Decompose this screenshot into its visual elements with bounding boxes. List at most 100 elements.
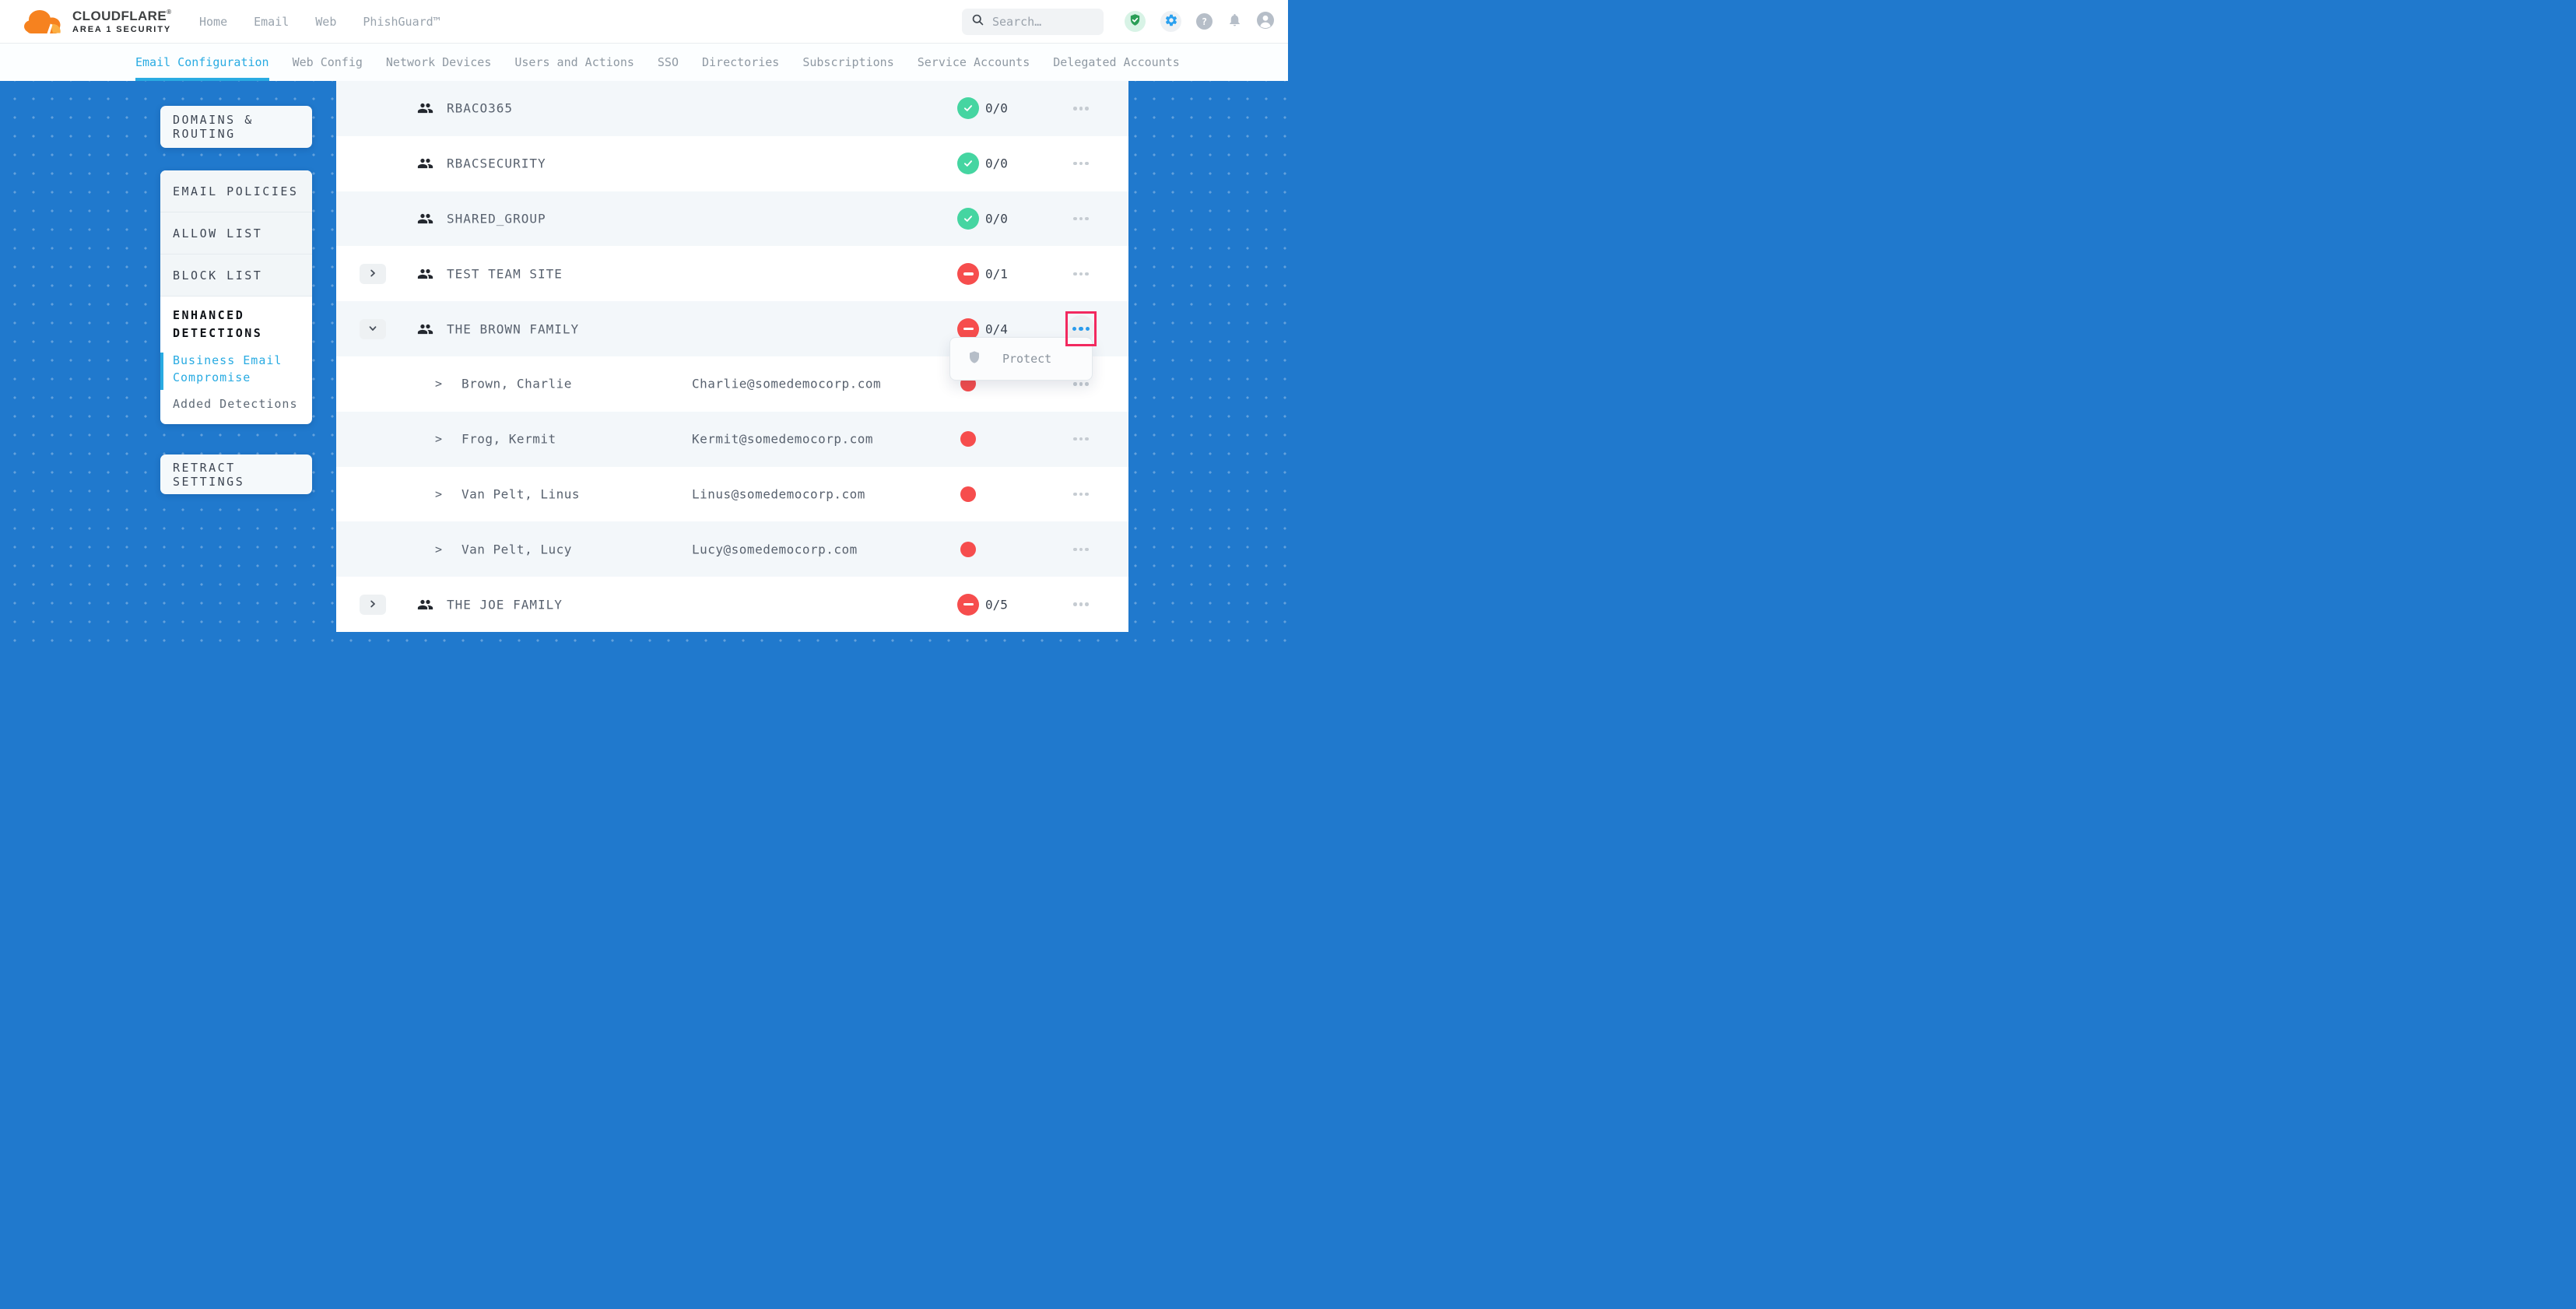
- protected-count: 0/5: [985, 597, 1008, 612]
- group-name: THE JOE FAMILY: [447, 597, 563, 612]
- group-name: SHARED_GROUP: [447, 211, 546, 226]
- gear-icon: [1164, 13, 1178, 30]
- user-email: Kermit@somedemocorp.com: [692, 432, 873, 447]
- sidebar-card-domains-routing[interactable]: DOMAINS & ROUTING: [160, 106, 312, 148]
- tab-sso[interactable]: SSO: [658, 44, 679, 81]
- row-menu-button[interactable]: [1067, 425, 1095, 453]
- notifications-button[interactable]: [1227, 12, 1242, 30]
- chevron-down-icon: [369, 323, 377, 335]
- group-icon: [417, 596, 433, 612]
- brand-name: CLOUDFLARE®: [72, 9, 171, 23]
- secondary-nav: Email Configuration Web Config Network D…: [0, 43, 1288, 81]
- tab-web-config[interactable]: Web Config: [293, 44, 363, 81]
- group-icon: [417, 156, 433, 172]
- row-context-menu: Protect: [949, 337, 1093, 381]
- status-dot-icon: [960, 431, 976, 447]
- app-root: CLOUDFLARE® AREA 1 SECURITY Home Email W…: [0, 0, 1288, 654]
- user-row-chevron: >: [435, 377, 442, 391]
- row-menu-button[interactable]: [1067, 591, 1095, 619]
- protected-count: 0/1: [985, 266, 1008, 281]
- row-menu-button[interactable]: [1067, 205, 1095, 233]
- group-name: RBACO365: [447, 101, 513, 116]
- row-menu-button[interactable]: [1067, 535, 1095, 563]
- status-protected-icon: [957, 97, 979, 119]
- shield-check-icon: [1128, 13, 1142, 30]
- user-email: Linus@somedemocorp.com: [692, 486, 865, 501]
- status-dot-icon: [960, 542, 976, 557]
- row-menu-button[interactable]: [1067, 94, 1095, 122]
- sidebar-card-retract-settings[interactable]: RETRACT SETTINGS: [160, 454, 312, 494]
- help-button[interactable]: ?: [1196, 13, 1213, 30]
- directory-table: RBACO365 0/0 RBACSECURITY 0/0 SHARED_GRO…: [336, 81, 1128, 632]
- tab-network-devices[interactable]: Network Devices: [386, 44, 491, 81]
- sidebar-item-block-list[interactable]: BLOCK LIST: [160, 254, 312, 297]
- nav-email[interactable]: Email: [254, 15, 289, 29]
- user-row-chevron: >: [435, 432, 442, 446]
- sidebar-item-domains-routing[interactable]: DOMAINS & ROUTING: [173, 113, 312, 141]
- nav-phishguard[interactable]: PhishGuard™: [363, 15, 440, 29]
- nav-home[interactable]: Home: [199, 15, 227, 29]
- tab-service-accounts[interactable]: Service Accounts: [918, 44, 1030, 81]
- status-protected-icon: [957, 208, 979, 230]
- protection-status-button[interactable]: [1125, 11, 1146, 32]
- sidebar-section-enhanced-detections: ENHANCED DETECTIONS Business Email Compr…: [160, 297, 312, 412]
- table-row: > Van Pelt, Lucy Lucy@somedemocorp.com: [336, 521, 1128, 577]
- top-nav: Home Email Web PhishGuard™: [199, 15, 440, 29]
- row-menu-button[interactable]: [1067, 480, 1095, 508]
- table-row: RBACO365 0/0: [336, 81, 1128, 136]
- active-item-indicator: [160, 353, 163, 390]
- status-unprotected-icon: [957, 594, 979, 616]
- sidebar-item-retract-settings[interactable]: RETRACT SETTINGS: [173, 461, 312, 489]
- row-menu-button[interactable]: [1067, 149, 1095, 177]
- tab-email-configuration[interactable]: Email Configuration: [135, 44, 269, 81]
- question-mark-icon: ?: [1202, 16, 1207, 27]
- search-icon: [971, 13, 984, 30]
- settings-button[interactable]: [1160, 11, 1181, 32]
- group-name: TEST TEAM SITE: [447, 266, 563, 281]
- protected-count: 0/0: [985, 211, 1008, 226]
- user-row-chevron: >: [435, 542, 442, 556]
- row-menu-button[interactable]: [1067, 260, 1095, 288]
- group-icon: [417, 210, 433, 226]
- user-email: Charlie@somedemocorp.com: [692, 377, 881, 391]
- menu-item-protect[interactable]: Protect: [1002, 352, 1051, 366]
- sidebar-item-email-policies[interactable]: EMAIL POLICIES: [160, 170, 312, 212]
- expand-row-button[interactable]: [360, 264, 386, 284]
- tab-delegated-accounts[interactable]: Delegated Accounts: [1053, 44, 1180, 81]
- user-email: Lucy@somedemocorp.com: [692, 542, 858, 556]
- sidebar-item-allow-list[interactable]: ALLOW LIST: [160, 212, 312, 254]
- expand-row-button[interactable]: [360, 595, 386, 615]
- table-row: > Van Pelt, Linus Linus@somedemocorp.com: [336, 467, 1128, 522]
- shield-icon: [967, 349, 981, 368]
- header-actions: ?: [962, 9, 1288, 35]
- user-name: Frog, Kermit: [462, 432, 556, 447]
- group-icon: [417, 100, 433, 117]
- user-avatar-icon: [1257, 12, 1274, 32]
- search-box[interactable]: [962, 9, 1104, 35]
- app-header: CLOUDFLARE® AREA 1 SECURITY Home Email W…: [0, 0, 1288, 43]
- tab-subscriptions[interactable]: Subscriptions: [802, 44, 893, 81]
- search-input[interactable]: [992, 15, 1094, 29]
- table-row: THE JOE FAMILY 0/5: [336, 577, 1128, 632]
- chevron-right-icon: [369, 598, 377, 610]
- table-row: TEST TEAM SITE 0/1: [336, 246, 1128, 301]
- cloudflare-logo[interactable]: CLOUDFLARE® AREA 1 SECURITY: [23, 7, 176, 37]
- group-icon: [417, 265, 433, 282]
- status-unprotected-icon: [957, 263, 979, 285]
- table-row: > Frog, Kermit Kermit@somedemocorp.com: [336, 412, 1128, 467]
- collapse-row-button[interactable]: [360, 319, 386, 339]
- account-button[interactable]: [1257, 12, 1274, 32]
- sidebar-item-business-email-compromise[interactable]: Business Email Compromise: [173, 352, 300, 386]
- sidebar-item-added-detections[interactable]: Added Detections: [173, 395, 300, 412]
- sidebar-item-enhanced-detections[interactable]: ENHANCED DETECTIONS: [173, 307, 300, 342]
- table-row: RBACSECURITY 0/0: [336, 136, 1128, 191]
- user-name: Brown, Charlie: [462, 377, 572, 391]
- tab-users-and-actions[interactable]: Users and Actions: [514, 44, 634, 81]
- nav-web[interactable]: Web: [315, 15, 336, 29]
- table-row: SHARED_GROUP 0/0: [336, 191, 1128, 247]
- status-protected-icon: [957, 153, 979, 174]
- sidebar-card-policies: EMAIL POLICIES ALLOW LIST BLOCK LIST ENH…: [160, 170, 312, 424]
- protected-count: 0/0: [985, 156, 1008, 171]
- group-icon: [417, 321, 433, 337]
- tab-directories[interactable]: Directories: [702, 44, 779, 81]
